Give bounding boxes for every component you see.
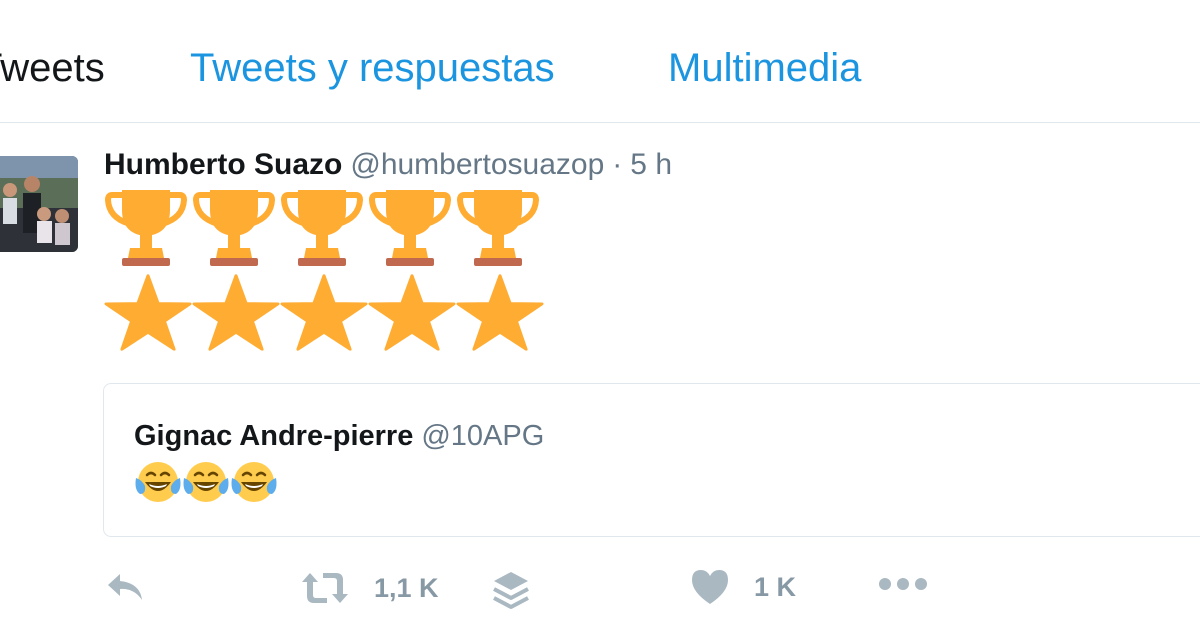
trophy-icon [280, 190, 364, 266]
trophy-icon [456, 190, 540, 266]
quoted-tweet-text [134, 460, 278, 506]
quoted-author-name: Gignac Andre-pierre [134, 420, 414, 452]
tab-tweets-and-replies[interactable]: Tweets y respuestas [190, 44, 555, 92]
avatar[interactable] [0, 156, 78, 252]
trophy-emoji-row [104, 186, 544, 268]
tab-tweets[interactable]: Tweets [0, 44, 105, 92]
star-icon [456, 274, 544, 351]
tweet-header: Humberto Suazo @humbertosuazop · 5 h [104, 145, 672, 185]
tab-media[interactable]: Multimedia [668, 44, 861, 92]
heart-icon [692, 570, 728, 604]
profile-tabs: Tweets Tweets y respuestas Multimedia [0, 0, 1200, 123]
author-handle[interactable]: @humbertosuazop [350, 148, 604, 181]
star-icon [368, 274, 456, 351]
retweet-count: 1,1 K [374, 572, 439, 603]
layers-button[interactable] [492, 570, 530, 612]
face-with-tears-of-joy-icon [183, 462, 229, 502]
star-icon [104, 274, 192, 351]
trophy-icon [368, 190, 452, 266]
tweet-actions: 1,1 K 1 K [0, 560, 1200, 616]
quoted-tweet-header: Gignac Andre-pierre @10APG [134, 416, 544, 456]
more-button[interactable] [878, 574, 928, 594]
face-with-tears-of-joy-icon [231, 462, 277, 502]
retweet-button[interactable]: 1,1 K [300, 568, 439, 608]
separator-dot: · [612, 148, 623, 181]
like-count: 1 K [754, 571, 797, 602]
star-icon [280, 274, 368, 351]
author-name[interactable]: Humberto Suazo [104, 148, 342, 181]
quoted-tweet[interactable]: Gignac Andre-pierre @10APG [103, 383, 1200, 537]
face-with-tears-of-joy-icon [135, 462, 181, 502]
trophy-icon [104, 190, 188, 266]
more-dots-icon [879, 578, 927, 590]
reply-button[interactable] [104, 568, 146, 604]
tweet-timestamp[interactable]: 5 h [630, 148, 672, 181]
layers-icon [493, 572, 529, 609]
star-icon [192, 274, 280, 351]
like-button[interactable]: 1 K [690, 568, 796, 606]
star-emoji-row [104, 272, 544, 354]
retweet-icon [302, 573, 348, 603]
trophy-icon [192, 190, 276, 266]
quoted-author-handle: @10APG [421, 420, 545, 452]
reply-icon [108, 574, 142, 600]
